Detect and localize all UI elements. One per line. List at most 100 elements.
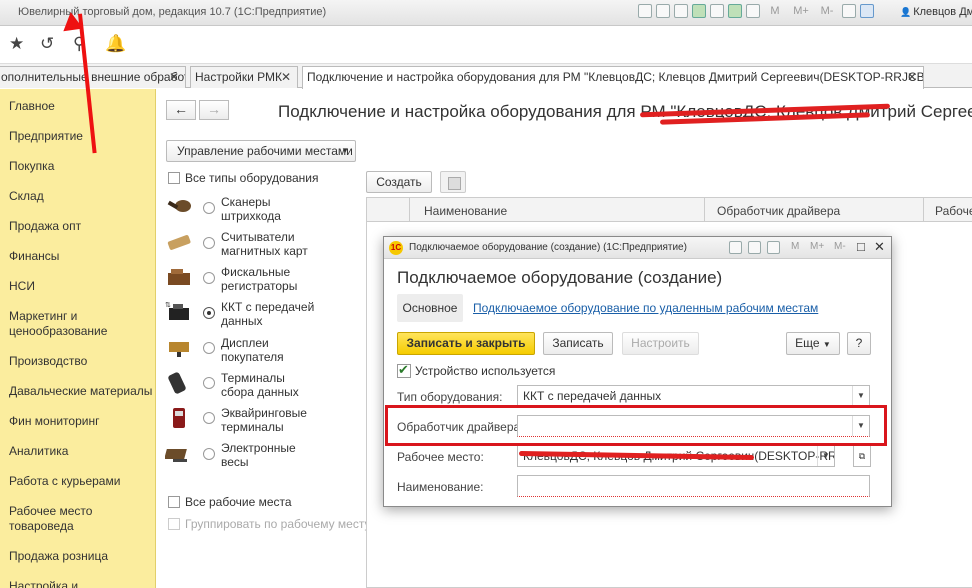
sidebar-item-tolling[interactable]: Давальческие материалы (9, 384, 152, 399)
column-header-driver[interactable]: Обработчик драйвера (717, 204, 840, 218)
copy-button[interactable] (440, 171, 466, 193)
equipment-item-card-readers[interactable]: Считыватели магнитных карт (221, 230, 308, 258)
equipment-label: Терминалы (221, 371, 285, 385)
sidebar-item-couriers[interactable]: Работа с курьерами (9, 474, 120, 489)
equipment-type-value: ККТ с передачей данных (523, 389, 662, 403)
sidebar-item-main[interactable]: Главное (9, 99, 55, 114)
equipment-label: Считыватели (221, 230, 295, 244)
print-icon[interactable] (656, 4, 670, 18)
tab-rmk-settings[interactable]: Настройки РМК ✕ (190, 66, 298, 88)
sidebar-item-finance[interactable]: Финансы (9, 249, 59, 264)
close-icon[interactable]: ✕ (874, 239, 885, 255)
save-button[interactable]: Записать (543, 332, 613, 355)
column-header-name[interactable]: Наименование (424, 204, 507, 218)
sidebar-item-purchase[interactable]: Покупка (9, 159, 54, 174)
sidebar-item-warehouse[interactable]: Склад (9, 189, 44, 204)
chevron-down-icon[interactable]: ▼ (817, 446, 834, 466)
user-name[interactable]: Клевцов Дмитрий (900, 6, 972, 18)
forward-button[interactable]: → (199, 100, 229, 120)
table-header: Наименование Обработчик драйвера Рабоче (367, 198, 972, 222)
memory-minus-button[interactable]: M- (816, 4, 838, 18)
equipment-radio-fiscal[interactable] (203, 272, 215, 284)
equipment-label: весы (221, 455, 249, 469)
equipment-item-acquiring[interactable]: Эквайринговые терминалы (221, 406, 307, 434)
sidebar-item-production[interactable]: Производство (9, 354, 87, 369)
memory-plus-button[interactable]: M+ (790, 4, 812, 18)
barcode-scanner-icon (167, 200, 191, 212)
maximize-icon[interactable]: □ (857, 239, 865, 254)
name-field[interactable] (517, 475, 870, 497)
calculator-icon[interactable] (746, 4, 760, 18)
chevron-down-icon: ▼ (341, 146, 349, 155)
tab-remote-workplaces-link[interactable]: Подключаемое оборудование по удаленным р… (473, 301, 818, 315)
memory-m-button[interactable]: M (764, 4, 786, 18)
more-button[interactable]: Еще ▼ (786, 332, 840, 355)
sidebar-item-enterprise[interactable]: Предприятие (9, 129, 83, 144)
close-icon[interactable]: ✕ (281, 67, 291, 87)
save-icon[interactable] (638, 4, 652, 18)
sidebar-item-analytics[interactable]: Аналитика (9, 444, 68, 459)
equipment-item-kkt[interactable]: ККТ с передачей данных (221, 300, 314, 328)
tab-label: Настройки РМК (195, 70, 283, 84)
equipment-type-label: Тип оборудования: (397, 390, 503, 404)
bell-icon[interactable]: 🔔 (105, 35, 126, 53)
tab-equipment-setup[interactable]: Подключение и настройка оборудования для… (302, 66, 924, 89)
equipment-radio-displays[interactable] (203, 342, 215, 354)
calendar-icon[interactable] (728, 4, 742, 18)
memory-m-button[interactable]: M (791, 241, 799, 252)
equipment-type-field[interactable]: ККТ с передачей данных ▼ (517, 385, 870, 407)
configure-button[interactable]: Настроить (622, 332, 699, 355)
equipment-item-fiscal[interactable]: Фискальные регистраторы (221, 265, 297, 293)
create-button[interactable]: Создать (366, 171, 432, 193)
help-button[interactable]: ? (847, 332, 871, 355)
sidebar-item-merchandiser[interactable]: Рабочее место товароведа (9, 504, 119, 534)
calendar-icon[interactable] (748, 241, 761, 254)
memory-minus-button[interactable]: M- (834, 241, 846, 252)
link-icon[interactable] (674, 4, 688, 18)
device-used-checkbox[interactable] (397, 362, 411, 378)
calculator-icon[interactable] (767, 241, 780, 254)
equipment-radio-scanners[interactable] (203, 202, 215, 214)
sidebar-item-retail[interactable]: Продажа розница (9, 549, 108, 564)
titlebar-tools: M M+ M- (638, 4, 874, 18)
close-icon[interactable]: ✕ (169, 67, 179, 87)
sidebar-item-marketing[interactable]: Маркетинг и ценообразование (9, 309, 129, 339)
document-icon[interactable] (710, 4, 724, 18)
close-icon[interactable]: ✕ (907, 67, 917, 87)
equipment-item-displays[interactable]: Дисплеи покупателя (221, 336, 284, 364)
equipment-radio-terminals[interactable] (203, 377, 215, 389)
equipment-item-scanners[interactable]: Сканеры штрихкода (221, 195, 281, 223)
info-icon[interactable] (860, 4, 874, 18)
tab-main[interactable]: Основное (397, 294, 463, 322)
dialog-header: Подключаемое оборудование (создание) (397, 268, 723, 287)
sidebar-item-nsi[interactable]: НСИ (9, 279, 35, 294)
all-types-label: Все типы оборудования (185, 171, 319, 185)
back-button[interactable]: ← (166, 100, 196, 120)
history-icon[interactable]: ↺ (40, 35, 54, 53)
group-by-workplace-checkbox[interactable] (168, 518, 180, 530)
sidebar-item-fin-monitoring[interactable]: Фин мониторинг (9, 414, 99, 429)
equipment-item-terminals[interactable]: Терминалы сбора данных (221, 371, 299, 399)
attach-icon[interactable] (692, 4, 706, 18)
all-workplaces-checkbox[interactable] (168, 496, 180, 508)
document-icon[interactable] (729, 241, 742, 254)
chevron-down-icon[interactable]: ▼ (852, 386, 869, 406)
manage-workplaces-button[interactable]: Управление рабочими местами ▼ (166, 140, 356, 162)
zoom-icon[interactable] (842, 4, 856, 18)
star-icon[interactable]: ★ (9, 35, 24, 53)
memory-plus-button[interactable]: M+ (810, 241, 824, 252)
equipment-radio-kkt[interactable] (203, 307, 215, 319)
equipment-radio-acquiring[interactable] (203, 412, 215, 424)
card-reader-icon (167, 235, 191, 250)
sidebar-item-settings[interactable]: Настройка и (9, 579, 78, 588)
column-header-workplace[interactable]: Рабоче (935, 204, 972, 218)
all-types-checkbox[interactable] (168, 172, 180, 184)
open-workplace-icon[interactable]: ⧉ (853, 445, 871, 467)
save-and-close-button[interactable]: Записать и закрыть (397, 332, 535, 355)
equipment-item-scales[interactable]: Электронные весы (221, 441, 296, 469)
sidebar-item-wholesale[interactable]: Продажа опт (9, 219, 81, 234)
equipment-label: терминалы (221, 420, 284, 434)
tab-external-processing[interactable]: ополнительные внешние обработки ✕ (0, 66, 186, 88)
equipment-radio-card-readers[interactable] (203, 237, 215, 249)
equipment-radio-scales[interactable] (203, 448, 215, 460)
